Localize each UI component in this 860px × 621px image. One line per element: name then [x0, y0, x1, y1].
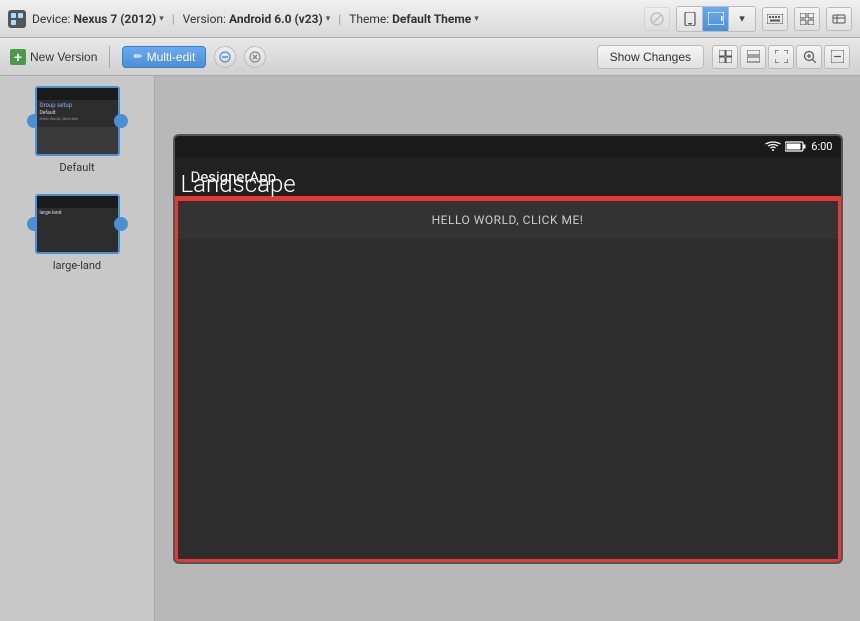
dropdown-view-btn[interactable]: ▾ — [729, 7, 755, 31]
layout-item-large-land[interactable]: large-land large-land — [10, 194, 144, 272]
grid-view-btn[interactable] — [712, 45, 738, 69]
tablet-view-btn[interactable] — [703, 7, 729, 31]
divider — [109, 46, 110, 68]
cancel-edit-button[interactable] — [214, 46, 236, 68]
hello-world-bar: HELLO WORLD, CLICK ME! — [178, 201, 838, 239]
plus-icon: + — [10, 49, 26, 65]
fullscreen-btn[interactable] — [768, 45, 794, 69]
battery-icon — [785, 141, 807, 152]
disabled-icon — [644, 7, 670, 31]
thumb-text-large-land: large-land — [37, 208, 118, 219]
version-value: Android 6.0 (v23) — [229, 12, 323, 26]
layout-label-default: Default — [59, 161, 94, 174]
api-btn[interactable] — [826, 7, 852, 31]
landscape-label: Landscape — [175, 168, 841, 200]
canvas-area: 6:00 DesignerApp Landscape HELLO WORLD, … — [155, 76, 860, 621]
phone-preview-frame: 6:00 DesignerApp Landscape HELLO WORLD, … — [173, 134, 843, 564]
phone-body: Landscape HELLO WORLD, CLICK ME! — [175, 198, 841, 562]
layout-panel: Group setup Default Hello World, Click M… — [0, 76, 155, 621]
layout-thumbnail-default: Group setup Default Hello World, Click M… — [35, 86, 120, 156]
main-content: Group setup Default Hello World, Click M… — [0, 76, 860, 621]
hello-world-text: HELLO WORLD, CLICK ME! — [432, 213, 584, 227]
time-display: 6:00 — [811, 140, 832, 153]
layout-thumbnail-large-land: large-land — [35, 194, 120, 254]
multi-edit-button[interactable]: ✏ Multi-edit — [122, 46, 206, 68]
connector-right-default — [114, 114, 128, 128]
version-dropdown-arrow[interactable]: ▾ — [326, 14, 331, 24]
view-icons-group — [712, 45, 850, 69]
new-version-label: New Version — [30, 50, 97, 64]
show-changes-button[interactable]: Show Changes — [597, 45, 704, 69]
layout-list-btn[interactable] — [794, 7, 820, 31]
close-edit-button[interactable] — [244, 46, 266, 68]
theme-dropdown-arrow[interactable]: ▾ — [474, 14, 479, 24]
show-changes-label: Show Changes — [610, 50, 691, 64]
layout-item-default[interactable]: Group setup Default Hello World, Click M… — [10, 86, 144, 174]
version-label: Version: Android 6.0 (v23) ▾ — [183, 12, 331, 26]
device-label: Device: Nexus 7 (2012) ▾ — [32, 12, 164, 26]
zoom-out-btn[interactable] — [824, 45, 850, 69]
connector-right-large-land — [114, 217, 128, 231]
new-version-button[interactable]: + New Version — [10, 49, 97, 65]
phone-status-bar: 6:00 — [175, 136, 841, 158]
zoom-in-btn[interactable] — [796, 45, 822, 69]
layout-label-large-land: large-land — [53, 259, 101, 272]
top-toolbar: Device: Nexus 7 (2012) ▾ | Version: Andr… — [0, 0, 860, 38]
pencil-icon: ✏ — [133, 50, 142, 63]
device-value: Nexus 7 (2012) — [73, 12, 156, 26]
wifi-icon — [765, 141, 781, 152]
app-logo — [8, 10, 26, 28]
phone-view-btn[interactable] — [677, 7, 703, 31]
list-view-btn[interactable] — [740, 45, 766, 69]
keyboard-btn[interactable] — [762, 7, 788, 31]
theme-label: Theme: Default Theme ▾ — [349, 12, 479, 26]
theme-value: Default Theme — [392, 12, 471, 26]
thumb-text-default: Group setup Default Hello World, Click M… — [37, 100, 118, 123]
secondary-toolbar: + New Version ✏ Multi-edit Show Changes — [0, 38, 860, 76]
view-toggle-group: ▾ — [676, 6, 756, 32]
multi-edit-label: Multi-edit — [147, 50, 196, 64]
device-dropdown-arrow[interactable]: ▾ — [159, 14, 164, 24]
